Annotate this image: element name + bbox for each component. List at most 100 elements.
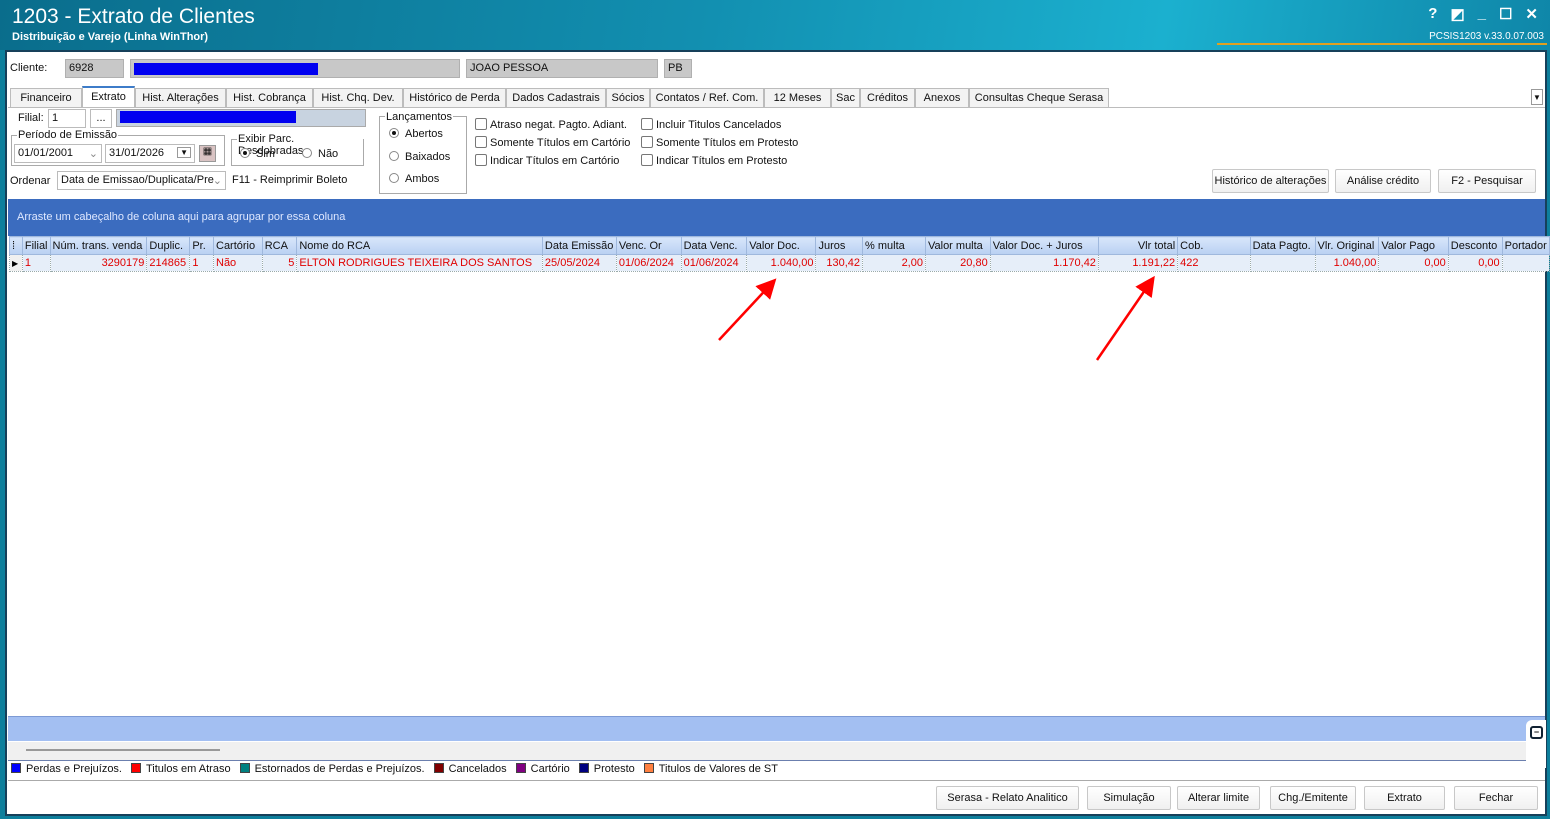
radio-abertos[interactable]: Abertos [389, 128, 443, 140]
tab-12-meses[interactable]: 12 Meses [764, 88, 831, 107]
historico-alteracoes-button[interactable]: Histórico de alterações [1212, 169, 1329, 193]
column-header[interactable]: RCA [261, 236, 298, 255]
column-header[interactable]: Valor Pago [1378, 236, 1449, 255]
table-cell[interactable]: ELTON RODRIGUES TEIXEIRA DOS SANTOS [296, 254, 543, 272]
column-header[interactable]: Cob. [1177, 236, 1251, 255]
table-cell[interactable]: 25/05/2024 [541, 254, 617, 272]
group-by-panel[interactable]: Arraste um cabeçalho de coluna aqui para… [8, 199, 1545, 236]
column-header[interactable]: Duplic. [146, 236, 191, 255]
tab-cr-ditos[interactable]: Créditos [860, 88, 915, 107]
date-from-input[interactable]: 01/01/2001 ⌄ [14, 144, 102, 163]
scrollbar-thumb[interactable] [26, 749, 220, 751]
tab-anexos[interactable]: Anexos [915, 88, 969, 107]
horizontal-scrollbar[interactable] [8, 742, 1545, 760]
tab-dados-cadastrais[interactable]: Dados Cadastrais [506, 88, 606, 107]
table-cell[interactable]: 1 [189, 254, 214, 272]
table-cell[interactable]: 01/06/2024 [615, 254, 682, 272]
pesquisar-button[interactable]: F2 - Pesquisar [1438, 169, 1536, 193]
table-cell[interactable] [1501, 254, 1550, 272]
radio-baixados[interactable]: Baixados [389, 151, 450, 163]
table-cell[interactable]: 1.040,00 [1314, 254, 1380, 272]
f11-reimprimir-label[interactable]: F11 - Reimprimir Boleto [232, 174, 347, 186]
column-header[interactable]: Vlr. Original [1314, 236, 1380, 255]
column-header[interactable]: Valor multa [924, 236, 991, 255]
side-widget[interactable]: − [1526, 720, 1546, 768]
fechar-button[interactable]: Fechar [1454, 786, 1538, 810]
restore-layout-icon[interactable]: ◩ [1450, 5, 1464, 23]
tab-financeiro[interactable]: Financeiro [10, 88, 82, 107]
table-row[interactable]: ▶ 1 3290179 214865 1 Não 5 ELTON RODRIGUES TEIX… [9, 254, 1550, 272]
tab-hist-chq-dev-[interactable]: Hist. Chq. Dev. [313, 88, 403, 107]
radio-nao[interactable]: Não [302, 148, 338, 160]
table-cell[interactable]: 214865 [146, 254, 191, 272]
tabs-dropdown-icon[interactable]: ▼ [1531, 89, 1543, 105]
tab-hist-rico-de-perda[interactable]: Histórico de Perda [403, 88, 506, 107]
radio-ambos[interactable]: Ambos [389, 173, 439, 185]
ordenar-select[interactable]: Data de Emissao/Duplicata/Pre ⌄ [57, 171, 226, 190]
serasa-button[interactable]: Serasa - Relato Analitico [936, 786, 1079, 810]
column-header[interactable]: Venc. Or [615, 236, 682, 255]
checkbox-atraso-negat[interactable]: Atraso negat. Pagto. Adiant. [475, 116, 630, 134]
table-cell[interactable]: 0,00 [1378, 254, 1449, 272]
chevron-down-icon[interactable]: ⌄ [89, 147, 98, 160]
checkbox-somente-protesto[interactable]: Somente Títulos em Protesto [641, 134, 798, 152]
table-cell[interactable]: 1 [21, 254, 51, 272]
column-header[interactable]: Data Pagto. [1249, 236, 1316, 255]
simulacao-button[interactable]: Simulação [1087, 786, 1171, 810]
column-header[interactable]: Vlr total [1097, 236, 1179, 255]
table-cell[interactable]: 422 [1177, 254, 1251, 272]
tab-extrato[interactable]: Extrato [82, 86, 135, 107]
minimize-icon[interactable]: _ [1478, 5, 1486, 23]
table-cell[interactable]: 3290179 [49, 254, 148, 272]
table-cell[interactable]: 0,00 [1447, 254, 1503, 272]
collapse-icon[interactable]: − [1530, 726, 1543, 739]
table-cell[interactable]: 01/06/2024 [680, 254, 748, 272]
table-cell[interactable] [1249, 254, 1316, 272]
analise-credito-button[interactable]: Análise crédito [1335, 169, 1431, 193]
checkbox-incluir-cancelados[interactable]: Incluir Titulos Cancelados [641, 116, 798, 134]
column-header[interactable]: Portador [1501, 236, 1550, 255]
tab-hist-altera-es[interactable]: Hist. Alterações [135, 88, 226, 107]
column-header[interactable]: Filial [21, 236, 51, 255]
table-cell[interactable]: 2,00 [862, 254, 926, 272]
table-cell[interactable]: 1.040,00 [746, 254, 817, 272]
filial-input[interactable]: 1 [48, 109, 86, 128]
checkbox-somente-cartorio[interactable]: Somente Títulos em Cartório [475, 134, 630, 152]
column-header[interactable]: Valor Doc. + Juros [989, 236, 1099, 255]
column-header[interactable]: Nome do RCA [296, 236, 543, 255]
tab-sac[interactable]: Sac [831, 88, 860, 107]
checkbox-indicar-protesto[interactable]: Indicar Títulos em Protesto [641, 152, 798, 170]
table-cell[interactable]: 1.170,42 [989, 254, 1099, 272]
tab-hist-cobran-a[interactable]: Hist. Cobrança [226, 88, 313, 107]
tab-consultas-cheque-serasa[interactable]: Consultas Cheque Serasa [969, 88, 1109, 107]
date-to-input[interactable]: 31/01/2026 ▼ [105, 144, 195, 163]
table-cell[interactable]: 5 [261, 254, 298, 272]
dropdown-icon[interactable]: ▼ [177, 147, 191, 158]
extrato-button[interactable]: Extrato [1364, 786, 1445, 810]
column-header[interactable]: Desconto [1447, 236, 1503, 255]
chg-emitente-button[interactable]: Chg./Emitente [1270, 786, 1356, 810]
filial-lookup-button[interactable]: ... [90, 109, 112, 128]
column-chooser-icon[interactable]: ⁞ [9, 236, 23, 255]
maximize-icon[interactable]: ☐ [1499, 5, 1512, 23]
help-icon[interactable]: ? [1428, 5, 1437, 23]
close-icon[interactable]: ✕ [1525, 5, 1538, 23]
column-header[interactable]: % multa [862, 236, 926, 255]
alterar-limite-button[interactable]: Alterar limite [1177, 786, 1260, 810]
column-header[interactable]: Valor Doc. [746, 236, 817, 255]
column-header[interactable]: Núm. trans. venda [49, 236, 148, 255]
tab-s-cios[interactable]: Sócios [606, 88, 650, 107]
column-header[interactable]: Juros [815, 236, 864, 255]
table-cell[interactable]: 20,80 [924, 254, 991, 272]
table-cell[interactable]: Não [213, 254, 263, 272]
column-header[interactable]: Data Emissão [541, 236, 617, 255]
table-cell[interactable]: 1.191,22 [1097, 254, 1179, 272]
column-header[interactable]: Data Venc. [680, 236, 748, 255]
tab-contatos-ref-com-[interactable]: Contatos / Ref. Com. [650, 88, 764, 107]
checkbox-indicar-cartorio[interactable]: Indicar Títulos em Cartório [475, 152, 630, 170]
table-cell[interactable]: 130,42 [815, 254, 864, 272]
radio-sim[interactable]: Sim [240, 148, 275, 160]
calendar-icon[interactable]: ▦ [199, 145, 216, 162]
column-header[interactable]: Cartório [213, 236, 263, 255]
column-header[interactable]: Pr. [189, 236, 214, 255]
